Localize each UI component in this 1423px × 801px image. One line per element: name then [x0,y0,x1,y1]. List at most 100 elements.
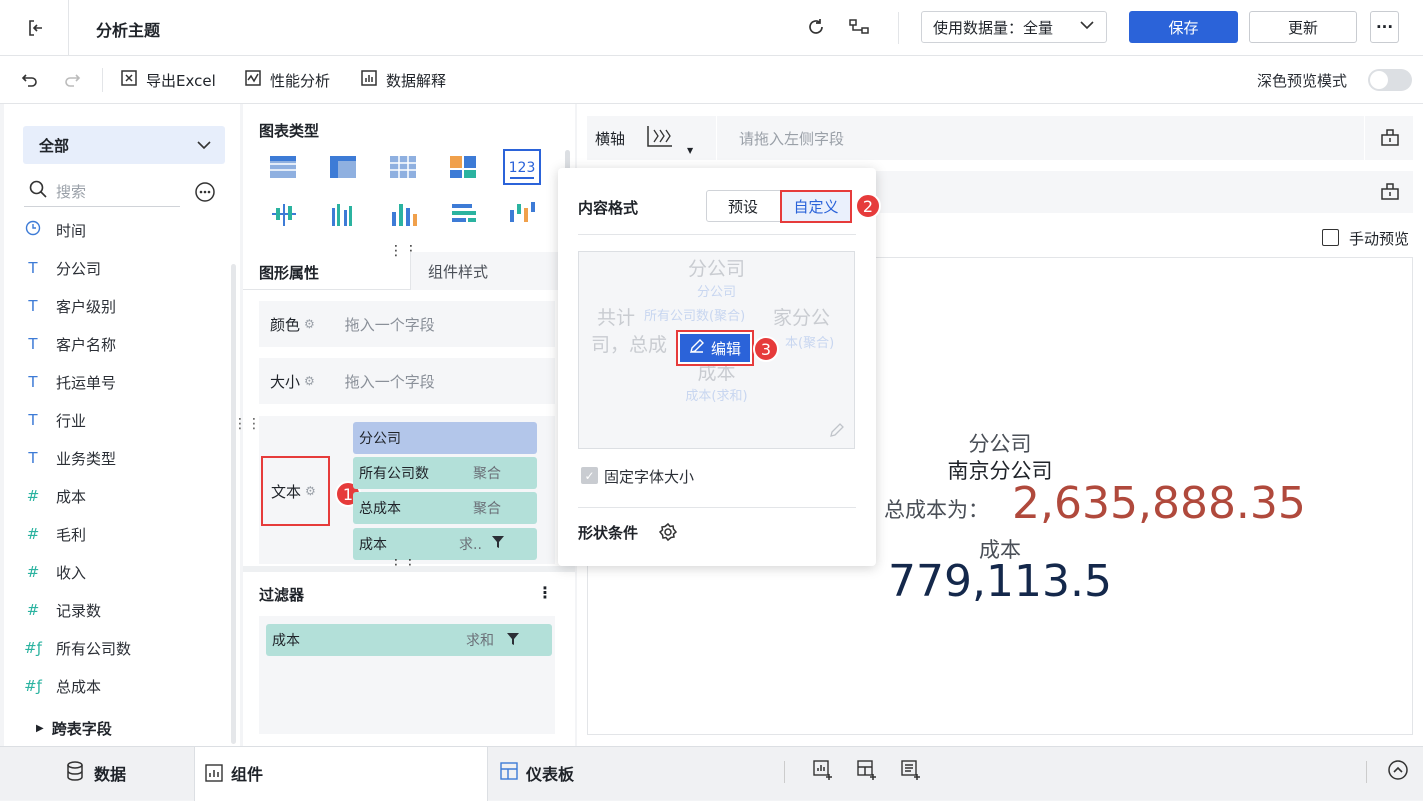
field-label: 时间 [56,221,87,240]
field-item[interactable]: # 成本 [24,477,86,515]
treemap-chart-icon [450,156,476,178]
chevron-down-icon [195,136,213,158]
filter-icon[interactable] [506,632,520,650]
filter-title: 过滤器 [259,586,305,604]
update-button[interactable]: 更新 [1249,11,1357,43]
text-property-label[interactable]: 文本 ⚙ [261,456,330,526]
gear-icon[interactable]: ⚙ [304,317,315,331]
data-usage-select[interactable]: 使用数据量：全量 [921,11,1107,43]
sort-icon[interactable] [1380,181,1400,205]
number-type-icon: # [26,525,40,543]
manual-preview-checkbox[interactable] [1322,229,1339,246]
horizontal-bar-icon [452,204,476,222]
popover-title: 内容格式 [578,199,639,217]
more-button[interactable]: ··· [1370,11,1399,43]
field-item[interactable]: #ƒ 总成本 [24,667,101,705]
text-type-icon: T [28,259,38,277]
fixed-font-checkbox[interactable]: ✓ [581,467,598,484]
cross-table-group[interactable]: ▶ 跨表字段 [36,718,112,739]
more-options-icon[interactable] [193,180,217,204]
gear-icon[interactable] [658,522,678,546]
database-icon [66,761,84,785]
filter-field-pill[interactable]: 成本 求和 [266,624,552,656]
pill-label: 成本 [272,633,300,649]
text-label: 文本 [271,482,302,501]
text-field-pill[interactable]: 总成本 聚合 [353,492,537,524]
text-field-pill[interactable]: 分公司 [353,422,537,454]
field-item[interactable]: T 分公司 [24,249,101,287]
cross-table-label: 跨表字段 [51,720,112,738]
calc-field-icon: #ƒ [24,677,42,695]
field-item[interactable]: # 收入 [24,553,86,591]
field-item[interactable]: T 客户级别 [24,287,116,325]
field-item[interactable]: # 记录数 [24,591,101,629]
field-label: 记录数 [56,601,102,620]
preview-line: 分公司 [696,285,736,300]
edit-icon [689,338,705,358]
edit-label: 编辑 [710,339,741,358]
color-label: 颜色 [270,315,301,334]
more-vertical-icon[interactable]: ⋮ [537,583,553,602]
performance-label: 性能分析 [270,71,331,90]
axis-swap-icon[interactable] [645,124,675,156]
x-axis-shelf[interactable]: 横轴 ▼ 请拖入左侧字段 [587,116,1413,160]
color-property-row[interactable]: 颜色 ⚙ 拖入一个字段 [259,301,555,347]
component-tab-label: 组件 [231,765,264,784]
gear-icon[interactable]: ⚙ [305,484,316,498]
text-field-pill[interactable]: 成本 求.. [353,528,537,560]
filter-icon[interactable] [491,535,505,553]
undo-icon[interactable] [18,68,42,92]
field-item[interactable]: 时间 [24,211,86,249]
pill-label: 所有公司数 [359,466,429,482]
exit-icon[interactable] [22,14,50,42]
size-property-row[interactable]: 大小 ⚙ 拖入一个字段 [259,358,555,404]
add-report-icon[interactable] [900,759,922,785]
tab-component-style[interactable]: 组件样式 [410,252,575,290]
custom-option[interactable]: 自定义 [780,190,852,223]
save-button[interactable]: 保存 [1129,11,1238,43]
scrollbar[interactable] [231,264,236,744]
performance-button[interactable]: 性能分析 [244,69,330,91]
pencil-icon [829,422,845,442]
sort-icon[interactable] [1380,127,1400,151]
field-item[interactable]: T 托运单号 [24,363,116,401]
caret-down-icon[interactable]: ▼ [687,146,693,155]
gear-icon[interactable]: ⚙ [304,374,315,388]
drag-handle[interactable]: ⋮⋮ [233,416,261,432]
field-label: 客户级别 [56,297,117,316]
lineage-icon[interactable] [846,14,872,40]
redo-icon[interactable] [60,68,84,92]
field-label: 成本 [56,487,87,506]
edit-button[interactable]: 编辑 [680,334,750,362]
field-item[interactable]: T 业务类型 [24,439,116,477]
fixed-font-label: 固定字体大小 [604,468,695,486]
add-dashboard-icon[interactable] [856,759,878,785]
dark-preview-toggle[interactable] [1368,69,1412,91]
step-badge-3: 3 [753,336,779,362]
kpi-label-1: 分公司 [968,432,1032,456]
field-item[interactable]: T 客户名称 [24,325,116,363]
field-item[interactable]: #ƒ 所有公司数 [24,629,131,667]
data-tab[interactable]: 数据 [66,761,126,785]
text-field-pill[interactable]: 所有公司数 聚合 [353,457,537,489]
add-component-icon[interactable] [812,759,834,785]
export-excel-button[interactable]: 导出Excel [120,69,216,91]
field-label: 业务类型 [56,449,117,468]
text-type-icon: T [28,335,38,353]
collapse-up-icon[interactable] [1387,759,1409,785]
preview-line: 共计 [597,307,636,329]
content-format-popover: 内容格式 预设 自定义 2 分公司 分公司 共计 所有公司数(聚合) 家分公 司… [558,168,881,566]
search-field[interactable]: 搜索 [24,176,180,207]
preset-option[interactable]: 预设 [707,191,779,221]
field-item[interactable]: # 毛利 [24,515,86,553]
refresh-icon[interactable] [803,14,829,40]
pill-tag: 聚合 [473,466,501,482]
tab-graph-props[interactable]: 图形属性 [259,262,319,283]
data-explain-button[interactable]: 数据解释 [360,69,446,91]
component-tab[interactable]: 组件 [194,747,488,801]
data-tab-label: 数据 [94,765,127,784]
dashboard-tab[interactable]: 仪表板 [500,761,574,785]
field-label: 分公司 [56,259,102,278]
field-item[interactable]: T 行业 [24,401,86,439]
dataset-select[interactable]: 全部 [23,126,225,164]
